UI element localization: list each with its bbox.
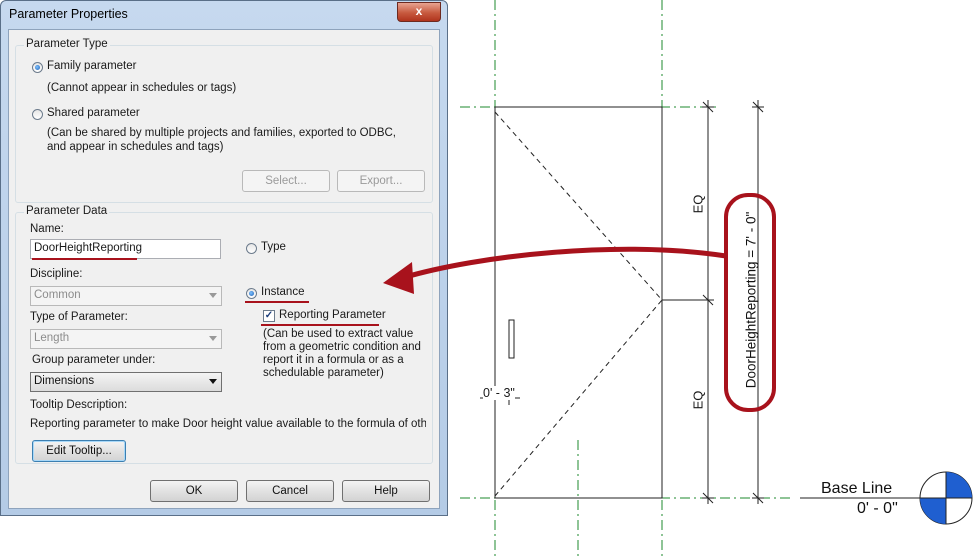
door-swing-lines (494, 111, 663, 497)
reporting-dimension-text: DoorHeightReporting = 7' - 0" (743, 211, 759, 389)
annotation-arrow-shaft (401, 246, 727, 281)
small-dimension-value: 0' - 3" (483, 386, 515, 400)
level-elevation[interactable]: 0' - 0" (857, 500, 898, 518)
door-frame-symbol (508, 319, 515, 359)
level-name[interactable]: Base Line (821, 480, 892, 498)
eq-upper-label: EQ (690, 194, 706, 214)
annotation-arrow-head (383, 262, 414, 294)
door-outline (494, 106, 663, 499)
level-head-icon (919, 471, 973, 525)
family-editor-drawing (383, 0, 973, 560)
eq-lower-label: EQ (690, 390, 706, 410)
